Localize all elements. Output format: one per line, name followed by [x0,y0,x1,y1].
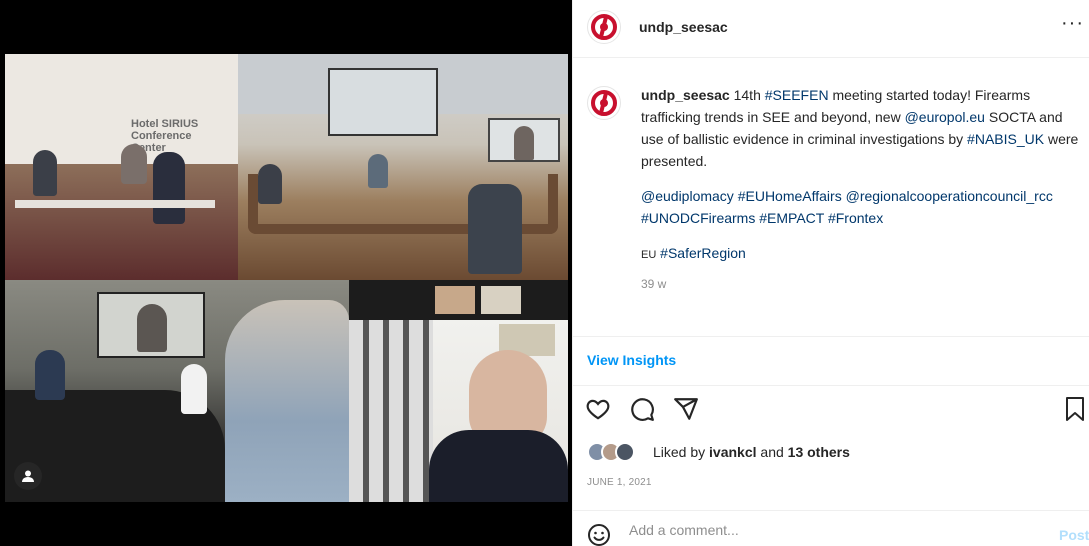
post-caption: undp_seesac 14th #SEEFEN meeting started… [641,84,1085,279]
hashtag-saferregion[interactable]: #SaferRegion [660,245,746,261]
action-bar [573,392,1089,432]
photo-conference-room: Hotel SIRIUS Conference Center [5,54,238,280]
post-header: undp_seesac ··· [573,0,1089,58]
post-date[interactable]: JUNE 1, 2021 [587,477,652,488]
liker-avatar[interactable] [615,442,635,462]
comment-bar: Post [573,510,1089,546]
hashtag-unodcfirearms[interactable]: #UNODCFirearms [641,210,755,226]
likes-others-link[interactable]: 13 others [788,444,850,460]
caption-paragraph-1: undp_seesac 14th #SEEFEN meeting started… [641,84,1085,172]
caption-paragraph-3: EU #SaferRegion [641,242,1085,266]
hashtag-empact[interactable]: #EMPACT [759,210,824,226]
eu-flag-text: EU [641,249,657,261]
hashtag-nabis-uk[interactable]: #NABIS_UK [967,131,1044,147]
photo-video-call [349,280,568,502]
post-comment-button[interactable]: Post [1059,527,1089,543]
caption-paragraph-2: @eudiplomacy #EUHomeAffairs @regionalcoo… [641,185,1085,229]
caption-timestamp[interactable]: 39 w [641,277,666,291]
post-details-panel: undp_seesac ··· undp_seesac 14th #SEEFEN… [572,0,1089,546]
more-options-button[interactable]: ··· [1061,12,1084,35]
mention-eudiplomacy[interactable]: @eudiplomacy [641,188,734,204]
caption-username[interactable]: undp_seesac [641,87,730,103]
caption-avatar[interactable] [587,86,621,120]
hashtag-frontex[interactable]: #Frontex [828,210,883,226]
user-tag-icon[interactable] [14,462,42,490]
mention-europol[interactable]: @europol.eu [905,109,985,125]
photo-meeting-table [5,280,349,502]
likes-prefix: Liked by [653,444,710,460]
view-insights-button[interactable]: View Insights [587,352,676,368]
heart-icon[interactable] [585,396,611,427]
emoji-icon[interactable] [587,523,611,546]
hashtag-euhomeaffairs[interactable]: #EUHomeAffairs [738,188,842,204]
bookmark-icon[interactable] [1063,396,1087,427]
photo-u-table-room [238,54,568,280]
insights-bar: View Insights [573,336,1089,386]
likes-middle: and [756,444,788,460]
mention-rcc[interactable]: @regionalcooperationcouncil_rcc [846,188,1053,204]
send-icon[interactable] [673,396,699,427]
caption-text: 14th [729,87,765,103]
username-link[interactable]: undp_seesac [639,19,728,35]
comment-icon[interactable] [629,396,655,427]
post-media[interactable]: Hotel SIRIUS Conference Center [0,0,572,546]
liker-username[interactable]: ivankcl [709,444,756,460]
likes-summary: Liked by ivankcl and 13 others [653,444,850,460]
comment-input[interactable] [629,522,1029,538]
avatar[interactable] [587,10,621,44]
photo-collage: Hotel SIRIUS Conference Center [5,54,568,502]
instagram-post-view: Hotel SIRIUS Conference Center undp_sees… [0,0,1089,546]
hashtag-seefen[interactable]: #SEEFEN [765,87,829,103]
